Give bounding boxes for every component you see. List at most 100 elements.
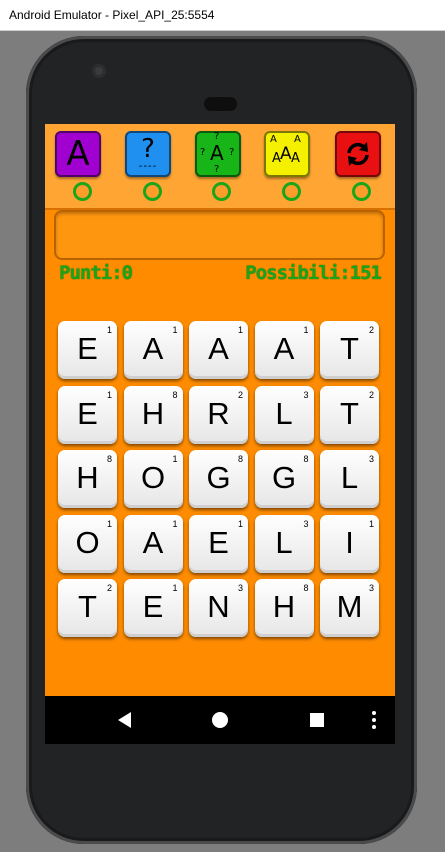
recents-icon: [310, 713, 324, 727]
letter-tile[interactable]: M3: [320, 579, 379, 637]
tile-points: 8: [237, 454, 243, 464]
letter-tile[interactable]: E1: [123, 579, 183, 637]
tile-points: 3: [303, 389, 309, 400]
tile-letter: H: [141, 395, 165, 431]
tile-letter: I: [345, 524, 354, 560]
tile-letter: L: [275, 524, 293, 560]
tile-letter: E: [208, 524, 229, 560]
letter-tile[interactable]: R2: [189, 385, 248, 444]
window-title: Android Emulator - Pixel_API_25:5554: [9, 8, 215, 22]
letter-tile[interactable]: O1: [123, 450, 183, 508]
tile-letter: A: [208, 331, 229, 366]
front-camera: [92, 64, 106, 78]
tile-points: 8: [106, 454, 112, 464]
tile-letter: R: [207, 395, 230, 431]
tile-letter: A: [273, 331, 295, 366]
tile-letter: T: [340, 331, 359, 366]
tile-letter: O: [75, 524, 100, 560]
shuffle-button[interactable]: A A A A A: [264, 131, 310, 177]
tile-points: 1: [106, 518, 112, 529]
random-letter-button[interactable]: ? ? ? ? A: [195, 131, 241, 177]
letter-tile[interactable]: G8: [189, 450, 248, 508]
tile-points: 8: [172, 389, 178, 400]
tile-points: 1: [303, 325, 309, 335]
tile-points: 1: [172, 583, 178, 593]
status-led-2: [143, 182, 162, 201]
game-screen: A ? ---- ? ? ? ? A A A A A A Punti:0 Pos…: [45, 124, 395, 744]
letter-tile[interactable]: T2: [58, 579, 117, 637]
refresh-button[interactable]: [335, 131, 381, 177]
tile-letter: O: [140, 460, 166, 495]
letter-tile[interactable]: E1: [58, 321, 117, 379]
question-icon: ? ----: [138, 134, 158, 172]
tile-letter: G: [271, 460, 297, 495]
letter-tile[interactable]: H8: [58, 450, 117, 508]
letter-tile[interactable]: G8: [254, 450, 314, 508]
letter-tile[interactable]: L3: [254, 514, 314, 573]
tile-letter: E: [77, 331, 98, 366]
tile-points: 1: [172, 518, 178, 529]
tile-letter: E: [142, 589, 164, 624]
letter-tile[interactable]: E1: [189, 514, 248, 573]
back-icon: [118, 712, 131, 728]
tile-letter: L: [275, 395, 293, 431]
letter-questions-icon: ? ? ? ? A: [200, 131, 235, 175]
home-icon: [212, 712, 228, 728]
dashes-icon: ----: [138, 161, 158, 172]
tile-points: 1: [106, 325, 112, 335]
tile-letter: T: [340, 395, 359, 431]
status-led-4: [282, 182, 301, 201]
tile-letter: H: [76, 460, 99, 495]
more-options-button[interactable]: [363, 696, 385, 744]
letter-tile[interactable]: H8: [254, 579, 314, 637]
earpiece-speaker: [204, 97, 237, 111]
letter-tile[interactable]: H8: [123, 385, 183, 444]
tile-letter: M: [336, 589, 363, 624]
letter-hint-button[interactable]: A: [55, 131, 101, 177]
back-button[interactable]: [105, 696, 145, 744]
tile-points: 1: [106, 389, 112, 400]
letter-tile[interactable]: T2: [320, 321, 379, 379]
android-nav-bar: [45, 696, 395, 744]
letter-tile[interactable]: L3: [320, 450, 379, 508]
status-led-1: [73, 182, 92, 201]
letter-tile[interactable]: A1: [254, 321, 314, 379]
status-led-5: [352, 182, 371, 201]
status-led-3: [212, 182, 231, 201]
home-button[interactable]: [200, 696, 240, 744]
letter-tile[interactable]: E1: [58, 385, 117, 444]
question-hint-button[interactable]: ? ----: [125, 131, 171, 177]
tile-points: 3: [368, 454, 374, 464]
possible-points-label: Possibili:151: [245, 262, 382, 284]
letter-tile[interactable]: N3: [189, 579, 248, 637]
refresh-icon: [347, 142, 369, 166]
tile-letter: E: [77, 395, 98, 431]
letter-tile[interactable]: L3: [254, 385, 314, 444]
tile-points: 1: [368, 518, 374, 529]
recents-button[interactable]: [297, 696, 337, 744]
tile-points: 8: [303, 454, 309, 464]
more-icon: [372, 711, 376, 729]
letter-tile[interactable]: T2: [320, 385, 379, 444]
tile-points: 8: [303, 583, 309, 593]
letter-tile[interactable]: A1: [189, 321, 248, 379]
tile-points: 1: [237, 325, 243, 335]
tile-points: 1: [172, 454, 178, 464]
tile-points: 3: [368, 583, 374, 593]
letter-tile[interactable]: I1: [320, 514, 379, 573]
tile-points: 2: [106, 583, 112, 593]
tile-points: 1: [172, 325, 178, 335]
tile-points: 2: [368, 325, 374, 335]
shuffle-letters-icon: A A A A A: [270, 134, 301, 166]
toolbar: A ? ---- ? ? ? ? A A A A A A: [45, 124, 395, 210]
tile-letter: N: [207, 589, 230, 624]
letter-tile[interactable]: A1: [123, 514, 183, 573]
current-word-field[interactable]: [54, 210, 385, 260]
letter-tile[interactable]: O1: [58, 514, 117, 573]
tile-letter: H: [272, 589, 296, 624]
letter-tile[interactable]: A1: [123, 321, 183, 379]
tile-points: 1: [237, 518, 243, 529]
tile-points: 2: [368, 389, 374, 400]
tile-letter: T: [78, 589, 97, 624]
tile-letter: A: [142, 331, 164, 366]
